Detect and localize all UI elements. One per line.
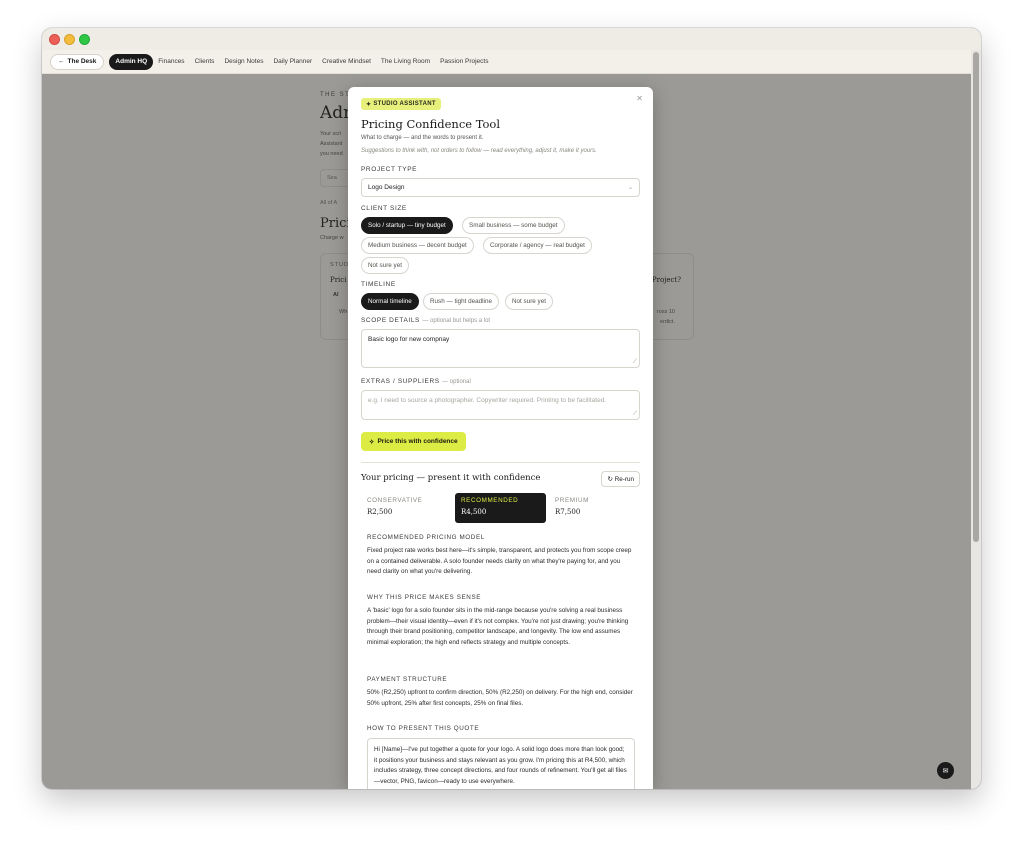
tier-premium[interactable]: PREMIUM R7,500 <box>549 493 640 523</box>
badge-label: STUDIO ASSISTANT <box>373 101 436 107</box>
section-body: Fixed project rate works best here—it's … <box>367 547 632 576</box>
nav-item-creative-mindset[interactable]: Creative Mindset <box>317 54 376 70</box>
scrollbar-thumb[interactable] <box>973 52 979 542</box>
scope-details-value: Basic logo for new compnay <box>368 336 450 343</box>
scope-label-text: SCOPE DETAILS <box>361 317 420 324</box>
bg-card-text: Wh <box>339 309 348 315</box>
bg-right-title: Project? <box>651 276 681 284</box>
client-size-label: CLIENT SIZE <box>361 205 407 212</box>
zoom-window-button[interactable] <box>79 34 90 45</box>
close-icon[interactable]: ✕ <box>636 94 643 103</box>
back-label: The Desk <box>67 58 97 65</box>
scope-optional-note: — optional but helps a lot <box>422 318 491 324</box>
timeline-label: TIMELINE <box>361 281 396 288</box>
chevron-down-icon: ⌄ <box>627 185 633 191</box>
title-bar <box>42 28 981 50</box>
section-body: A 'basic' logo for a solo founder sits i… <box>367 607 629 647</box>
sparkle-icon: ✦ <box>366 101 372 108</box>
bg-card-label: STUD <box>330 262 349 268</box>
app-window: ← The Desk Admin HQ Finances Clients Des… <box>42 28 981 789</box>
close-window-button[interactable] <box>49 34 60 45</box>
nav-item-living-room[interactable]: The Living Room <box>376 54 435 70</box>
modal-hint: Suggestions to think with, not orders to… <box>361 148 597 154</box>
tier-conservative[interactable]: CONSERVATIVE R2,500 <box>361 493 452 523</box>
project-type-value: Logo Design <box>368 184 405 191</box>
cta-label: Price this with confidence <box>377 438 458 445</box>
bg-intro-line: you need <box>320 151 343 157</box>
arrow-left-icon: ← <box>58 58 65 65</box>
divider <box>361 462 640 463</box>
nav-item-admin-hq[interactable]: Admin HQ <box>109 53 154 70</box>
pill-timeline-not-sure[interactable]: Not sure yet <box>505 293 553 310</box>
scope-details-label: SCOPE DETAILS — optional but helps a lot <box>361 317 490 324</box>
rerun-label: Re-run <box>614 475 634 483</box>
bg-card-badge: AI <box>333 292 339 298</box>
extras-textarea[interactable]: e.g. I need to source a photographer. Co… <box>361 390 640 420</box>
nav-item-daily-planner[interactable]: Daily Planner <box>268 54 317 70</box>
bg-right-text: ross 10 <box>656 309 675 315</box>
bg-intro-line: Assistant <box>320 141 343 147</box>
scope-details-textarea[interactable]: Basic logo for new compnay ⟋ <box>361 329 640 368</box>
bg-section-heading: Prici <box>320 216 351 231</box>
quote-script-box[interactable]: Hi [Name]—I've put together a quote for … <box>367 738 635 789</box>
extras-placeholder: e.g. I need to source a photographer. Co… <box>368 397 607 404</box>
pill-client-medium[interactable]: Medium business — decent budget <box>361 237 474 254</box>
modal-title: Pricing Confidence Tool <box>361 117 501 131</box>
pill-timeline-normal[interactable]: Normal timeline <box>361 293 419 310</box>
section-heading: RECOMMENDED PRICING MODEL <box>367 534 485 541</box>
studio-assistant-badge: ✦ STUDIO ASSISTANT <box>361 98 441 110</box>
tier-price: R2,500 <box>367 508 393 516</box>
nav-item-finances[interactable]: Finances <box>153 54 189 70</box>
pill-client-solo[interactable]: Solo / startup — tiny budget <box>361 217 453 234</box>
nav-item-clients[interactable]: Clients <box>190 54 220 70</box>
bg-intro-line: Your scri <box>320 131 342 137</box>
results-title: Your pricing — present it with confidenc… <box>361 473 541 483</box>
bg-breadcrumb: All of A <box>320 200 338 206</box>
tier-price: R4,500 <box>461 508 487 516</box>
nav-item-design-notes[interactable]: Design Notes <box>219 54 268 70</box>
extras-label-text: EXTRAS / SUPPLIERS <box>361 378 440 385</box>
bg-search-text: Sea <box>327 175 337 181</box>
price-with-confidence-button[interactable]: ✧ Price this with confidence <box>361 432 466 451</box>
quote-script-text: Hi [Name]—I've put together a quote for … <box>374 746 627 786</box>
bg-eyebrow: THE ST <box>320 92 351 98</box>
tier-name: PREMIUM <box>555 497 589 504</box>
project-type-label: PROJECT TYPE <box>361 166 418 173</box>
bg-section-caption: Charge w <box>320 235 344 241</box>
tier-name: CONSERVATIVE <box>367 497 423 504</box>
sparkle-icon: ✧ <box>369 438 375 446</box>
refresh-icon: ↻ <box>607 475 613 483</box>
page-scrollbar[interactable] <box>971 50 981 789</box>
pill-client-small[interactable]: Small business — some budget <box>462 217 565 234</box>
bg-right-text: erdict. <box>660 319 675 325</box>
back-to-desk-button[interactable]: ← The Desk <box>50 53 105 70</box>
rerun-button[interactable]: ↻ Re-run <box>601 471 640 487</box>
section-heading: WHY THIS PRICE MAKES SENSE <box>367 594 482 601</box>
chat-fab-button[interactable]: ✉ <box>937 762 954 779</box>
resize-grip-icon[interactable]: ⟋ <box>633 411 637 418</box>
resize-grip-icon[interactable]: ⟋ <box>633 359 637 366</box>
section-heading: HOW TO PRESENT THIS QUOTE <box>367 725 480 732</box>
tier-recommended[interactable]: RECOMMENDED R4,500 <box>455 493 546 523</box>
extras-label: EXTRAS / SUPPLIERS — optional <box>361 378 471 385</box>
top-nav: ← The Desk Admin HQ Finances Clients Des… <box>42 50 971 74</box>
pill-timeline-rush[interactable]: Rush — tight deadline <box>423 293 499 310</box>
project-type-select[interactable]: Logo Design ⌄ <box>361 178 640 197</box>
extras-optional-note: — optional <box>442 379 471 385</box>
modal-subtitle: What to charge — and the words to presen… <box>361 135 484 141</box>
section-heading: PAYMENT STRUCTURE <box>367 676 448 683</box>
pill-client-corporate[interactable]: Corporate / agency — real budget <box>483 237 592 254</box>
nav-item-passion-projects[interactable]: Passion Projects <box>435 54 493 70</box>
pill-client-not-sure[interactable]: Not sure yet <box>361 257 409 274</box>
tier-price: R7,500 <box>555 508 581 516</box>
pricing-tool-modal: ✕ ✦ STUDIO ASSISTANT Pricing Confidence … <box>348 87 653 789</box>
bg-card-title: Prici <box>330 276 347 284</box>
tier-name: RECOMMENDED <box>461 497 519 504</box>
minimize-window-button[interactable] <box>64 34 75 45</box>
section-body: 50% (R2,250) upfront to confirm directio… <box>367 689 633 707</box>
message-icon: ✉ <box>942 767 949 775</box>
